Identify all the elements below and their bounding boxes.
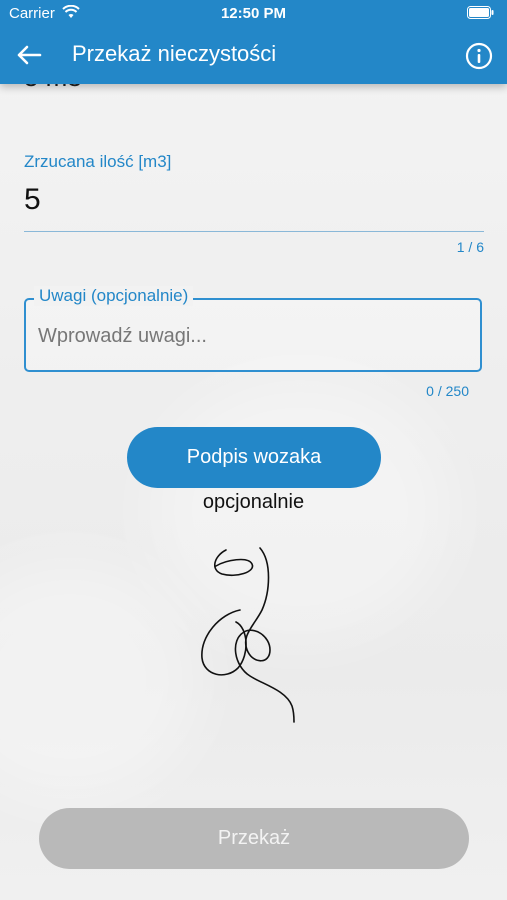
amount-counter: 1 / 6: [456, 239, 484, 255]
notes-input[interactable]: [38, 325, 458, 348]
submit-button[interactable]: Przekaż: [39, 808, 469, 869]
notes-label: Uwagi (opcjonalnie): [34, 286, 194, 306]
notes-counter: 0 / 250: [426, 383, 469, 399]
page-title: Przekaż nieczystości: [72, 41, 277, 66]
amount-label: Zrzucana ilość [m3]: [24, 152, 172, 171]
driver-signature-button[interactable]: Podpis wozaka: [127, 427, 381, 488]
signature-optional-caption: opcjonalnie: [202, 491, 305, 513]
info-circle-icon[interactable]: [465, 42, 493, 70]
amount-input[interactable]: 5: [24, 183, 41, 217]
amount-underline: [24, 231, 484, 232]
status-bar: Carrier 12:50 PM: [0, 0, 507, 28]
signature-drawing: [201, 547, 295, 723]
clock: 12:50 PM: [220, 5, 287, 22]
app-header: Carrier 12:50 PM Przekaż nieczystości: [0, 0, 507, 84]
battery-icon: [467, 6, 494, 19]
arrow-left-icon[interactable]: [14, 40, 44, 70]
